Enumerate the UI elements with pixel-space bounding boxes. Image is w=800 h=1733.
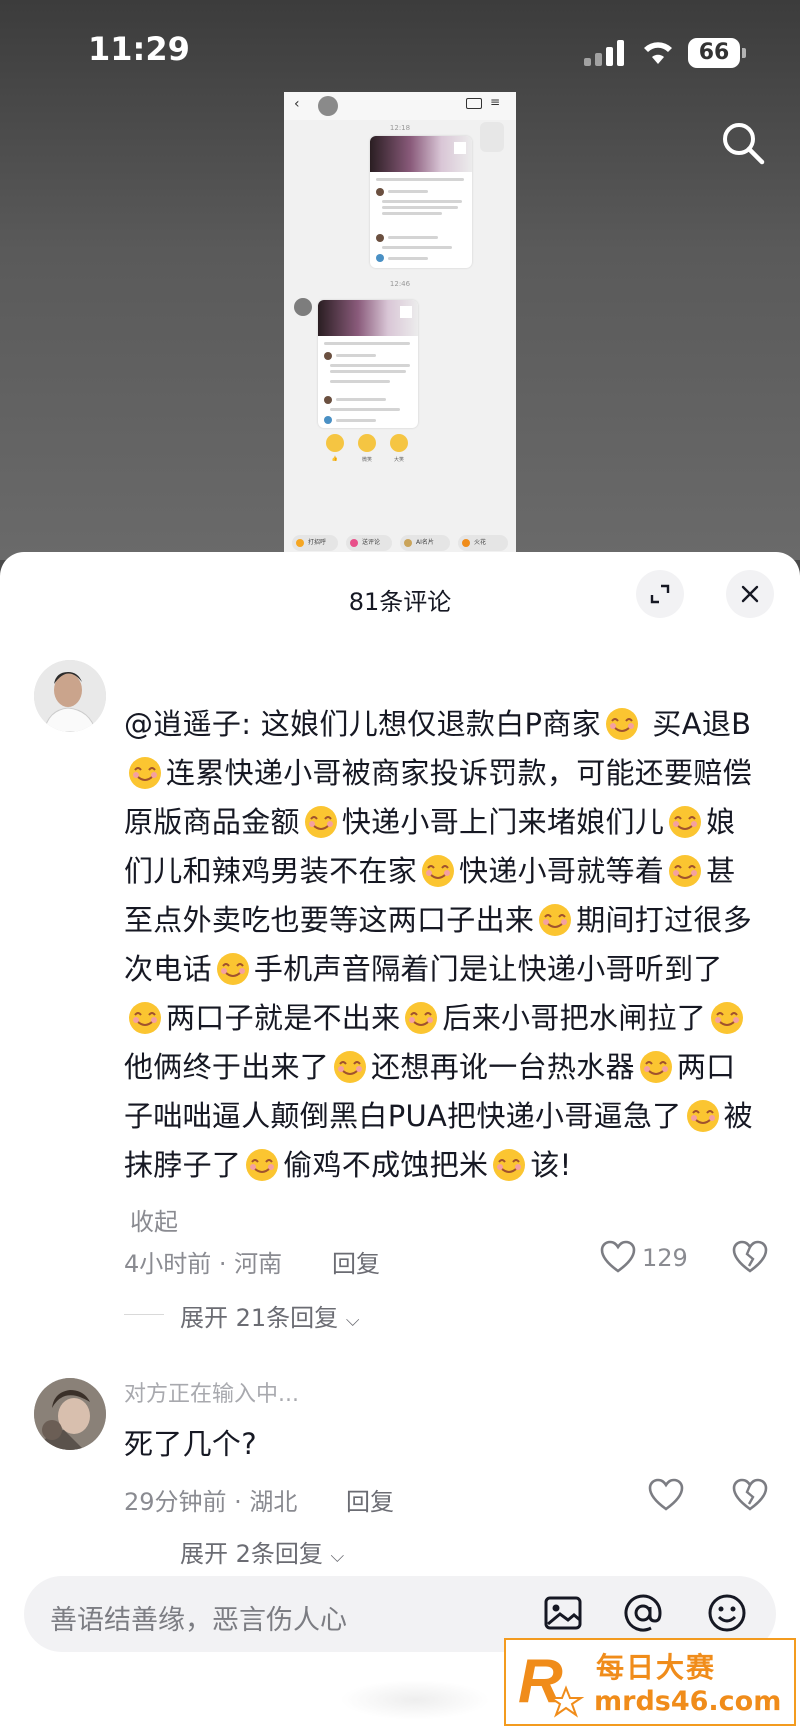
smile-emoji-icon [639, 1051, 672, 1083]
embedded-side-pill [480, 122, 504, 152]
smile-emoji-icon [686, 1100, 719, 1132]
close-icon [741, 585, 759, 603]
emoji-label: 👍 [331, 456, 339, 462]
comment-body: @逍遥子: 这娘们儿想仅退款白P商家 买A退B连累快递小哥被商家投诉罚款，可能还… [124, 707, 753, 1182]
watermark-title: 每日大赛 [596, 1651, 717, 1684]
smile-emoji-icon [405, 1002, 438, 1034]
menu-icon: ≡ [490, 95, 501, 109]
avatar[interactable] [34, 660, 106, 732]
embedded-chat-screenshot: ‹ ≡ 12:18 12:46 👍 微笑 大笑 打招呼 送评论 AI名片 火花 [284, 92, 516, 560]
status-time: 11:29 [88, 30, 190, 68]
reply-button[interactable]: 回复 [346, 1482, 394, 1517]
svg-text:R: R [518, 1647, 563, 1716]
at-mention-icon[interactable] [620, 1590, 666, 1636]
thumbs-up-icon [326, 434, 344, 452]
watermark-logo-icon: R [518, 1647, 585, 1718]
dislike-icon[interactable] [732, 1240, 768, 1274]
smile-emoji-icon [334, 1051, 367, 1083]
smile-emoji-icon [216, 953, 249, 985]
chip: AI名片 [400, 535, 450, 551]
reply-button[interactable]: 回复 [332, 1244, 380, 1279]
smile-emoji-icon [493, 1149, 526, 1181]
site-watermark: R 每日大赛 mrds46.com [504, 1638, 796, 1726]
avatar [294, 298, 312, 316]
battery-level: 66 [688, 38, 740, 68]
chip: 打招呼 [292, 535, 338, 551]
smile-emoji-icon [605, 708, 638, 740]
embedded-shared-card [318, 300, 418, 428]
heart-icon[interactable] [648, 1478, 684, 1512]
chevron-down-icon: ⌵ [345, 1310, 360, 1331]
expand-replies-button[interactable]: 展开 21条回复 ⌵ [180, 1298, 359, 1333]
expand-replies-label: 展开 2条回复 [180, 1540, 323, 1568]
background-smudge [340, 1680, 490, 1720]
chip: 火花 [458, 535, 508, 551]
video-call-icon [466, 98, 482, 109]
emoji-icon[interactable] [704, 1590, 750, 1636]
emoji-label: 微笑 [361, 457, 372, 463]
dislike-icon[interactable] [732, 1478, 768, 1512]
smile-emoji-icon [129, 1002, 161, 1034]
smile-emoji-icon [358, 434, 376, 452]
search-icon[interactable] [718, 118, 768, 168]
chevron-down-icon: ⌵ [330, 1546, 345, 1567]
divider [124, 1314, 164, 1315]
status-bar: 11:29 66 [0, 0, 800, 100]
collapse-link[interactable]: 收起 [130, 1202, 178, 1237]
laugh-emoji-icon [390, 434, 408, 452]
wifi-icon [644, 42, 672, 64]
smile-emoji-icon [129, 757, 161, 789]
comment-time-location: 4小时前 · 河南 [124, 1250, 283, 1278]
signal-icon [584, 40, 626, 66]
back-icon: ‹ [294, 96, 300, 112]
heart-icon[interactable] [600, 1240, 636, 1274]
comment-body: 死了几个? [124, 1427, 257, 1461]
expand-replies-button[interactable]: 展开 2条回复 ⌵ [180, 1534, 344, 1569]
watermark-url: mrds46.com [594, 1686, 782, 1717]
battery-icon: 66 [688, 38, 746, 68]
avatar[interactable] [34, 1378, 106, 1450]
like-count: 129 [642, 1244, 688, 1272]
comment-time-location: 29分钟前 · 湖北 [124, 1488, 298, 1516]
typing-indicator: 对方正在输入中... [124, 1382, 299, 1407]
chip: 送评论 [346, 535, 392, 551]
smile-emoji-icon [304, 806, 337, 838]
smile-emoji-icon [246, 1149, 279, 1181]
embedded-shared-card [370, 136, 472, 268]
avatar [318, 96, 338, 116]
smile-emoji-icon [539, 904, 572, 936]
smile-emoji-icon [669, 806, 702, 838]
comment-input-placeholder: 善语结善缘，恶言伤人心 [50, 1605, 347, 1636]
embedded-chat-header: ‹ ≡ [284, 92, 516, 120]
smile-emoji-icon [669, 855, 702, 887]
expand-button[interactable] [636, 570, 684, 618]
expand-icon [650, 584, 670, 604]
smile-emoji-icon [422, 855, 455, 887]
expand-replies-label: 展开 21条回复 [180, 1304, 339, 1332]
image-icon[interactable] [540, 1590, 586, 1636]
embedded-timestamp: 12:46 [389, 280, 411, 288]
smile-emoji-icon [711, 1002, 744, 1034]
close-button[interactable] [726, 570, 774, 618]
emoji-label: 大笑 [393, 457, 404, 463]
